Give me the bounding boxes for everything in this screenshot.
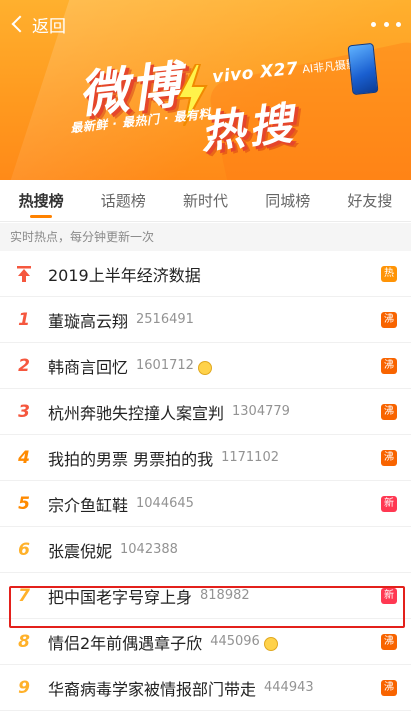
phone-image xyxy=(347,42,379,96)
search-count: 2516491 xyxy=(136,312,194,327)
dot-icon xyxy=(371,21,376,27)
hot-badge: 热 xyxy=(381,265,397,282)
topic-text: 杭州奔驰失控撞人案宣判 xyxy=(48,403,225,423)
laughing-emoji-icon xyxy=(197,360,212,375)
search-count: 444943 xyxy=(264,680,314,695)
list-item[interactable]: 5 宗介鱼缸鞋 1044645 新 xyxy=(0,481,411,527)
search-count: 1171102 xyxy=(221,450,279,465)
chevron-left-icon xyxy=(11,15,29,33)
boil-badge: 沸 xyxy=(381,403,397,420)
boil-badge: 沸 xyxy=(381,449,397,466)
boil-badge: 沸 xyxy=(381,633,397,650)
topic-text: 韩商言回忆 xyxy=(48,357,129,377)
back-button[interactable]: 返回 xyxy=(8,10,66,38)
list-item[interactable]: 1 董璇高云翔 2516491 沸 xyxy=(0,297,411,343)
new-badge: 新 xyxy=(381,495,397,512)
list-item[interactable]: 4 我拍的男票 男票拍的我 1171102 沸 xyxy=(0,435,411,481)
list-item[interactable]: 8 情侣2年前偶遇章子欣 445096 沸 xyxy=(0,619,411,665)
dot-icon xyxy=(383,21,389,27)
tab-new-era[interactable]: 新时代 xyxy=(164,180,246,222)
rank-number: 3 xyxy=(18,401,30,422)
more-options-button[interactable] xyxy=(371,12,401,36)
tab-topics[interactable]: 话题榜 xyxy=(82,180,164,222)
list-item[interactable]: 7 把中国老字号穿上身 818982 新 xyxy=(0,573,411,619)
topic-text: 把中国老字号穿上身 xyxy=(48,587,193,607)
crying-emoji-icon xyxy=(263,636,278,651)
topic-text: 华裔病毒学家被情报部门带走 xyxy=(48,679,257,699)
boil-badge: 沸 xyxy=(381,357,397,374)
search-count: 1304779 xyxy=(232,404,290,419)
boil-badge: 沸 xyxy=(381,679,397,696)
rank-number: 7 xyxy=(18,585,30,606)
list-item[interactable]: 6 张震倪妮 1042388 xyxy=(0,527,411,573)
tab-friends[interactable]: 好友搜 xyxy=(329,180,411,222)
rank-number: 4 xyxy=(18,447,30,468)
rank-number: 5 xyxy=(18,493,30,514)
rank-number: 1 xyxy=(18,309,30,330)
topic-text: 宗介鱼缸鞋 xyxy=(48,495,129,515)
list-item[interactable]: 9 华裔病毒学家被情报部门带走 444943 沸 xyxy=(0,665,411,711)
list-subheader: 实时热点，每分钟更新一次 xyxy=(0,223,411,251)
search-count: 1042388 xyxy=(120,542,178,557)
list-item[interactable]: 2 韩商言回忆 1601712 沸 xyxy=(0,343,411,389)
topic-text: 2019上半年经济数据 xyxy=(48,265,201,285)
pinned-top-icon xyxy=(0,265,48,283)
rank-number: 6 xyxy=(18,539,30,560)
list-item-pinned[interactable]: 2019上半年经济数据 热 xyxy=(0,251,411,297)
search-count: 818982 xyxy=(200,588,250,603)
search-count: 445096 xyxy=(210,634,260,649)
banner-title-hot: 热搜 xyxy=(198,98,299,159)
tab-local[interactable]: 同城榜 xyxy=(247,180,329,222)
topic-text: 张震倪妮 xyxy=(48,541,113,561)
topic-text: 董璇高云翔 xyxy=(48,311,129,331)
search-count: 1601712 xyxy=(136,358,194,373)
hot-search-banner: 返回 微博 热搜 最新鲜 · 最热门 · 最有料 vivo X27 AI非凡摄影 xyxy=(0,0,411,180)
rank-number: 8 xyxy=(18,631,30,652)
search-count: 1044645 xyxy=(136,496,194,511)
list-item[interactable]: 3 杭州奔驰失控撞人案宣判 1304779 沸 xyxy=(0,389,411,435)
category-tabs: 热搜榜 话题榜 新时代 同城榜 好友搜 xyxy=(0,180,411,222)
back-label: 返回 xyxy=(32,16,66,37)
rank-number: 9 xyxy=(18,677,30,698)
hot-search-list: 2019上半年经济数据 热 1 董璇高云翔 2516491 沸 2 韩商言回忆 … xyxy=(0,251,411,711)
rank-number: 2 xyxy=(18,355,30,376)
top-bar: 返回 xyxy=(0,8,411,40)
topic-text: 情侣2年前偶遇章子欣 xyxy=(48,633,203,653)
tab-hot-search[interactable]: 热搜榜 xyxy=(0,180,82,222)
boil-badge: 沸 xyxy=(381,311,397,328)
new-badge: 新 xyxy=(381,587,397,604)
dot-icon xyxy=(396,21,401,27)
topic-text: 我拍的男票 男票拍的我 xyxy=(48,449,214,469)
